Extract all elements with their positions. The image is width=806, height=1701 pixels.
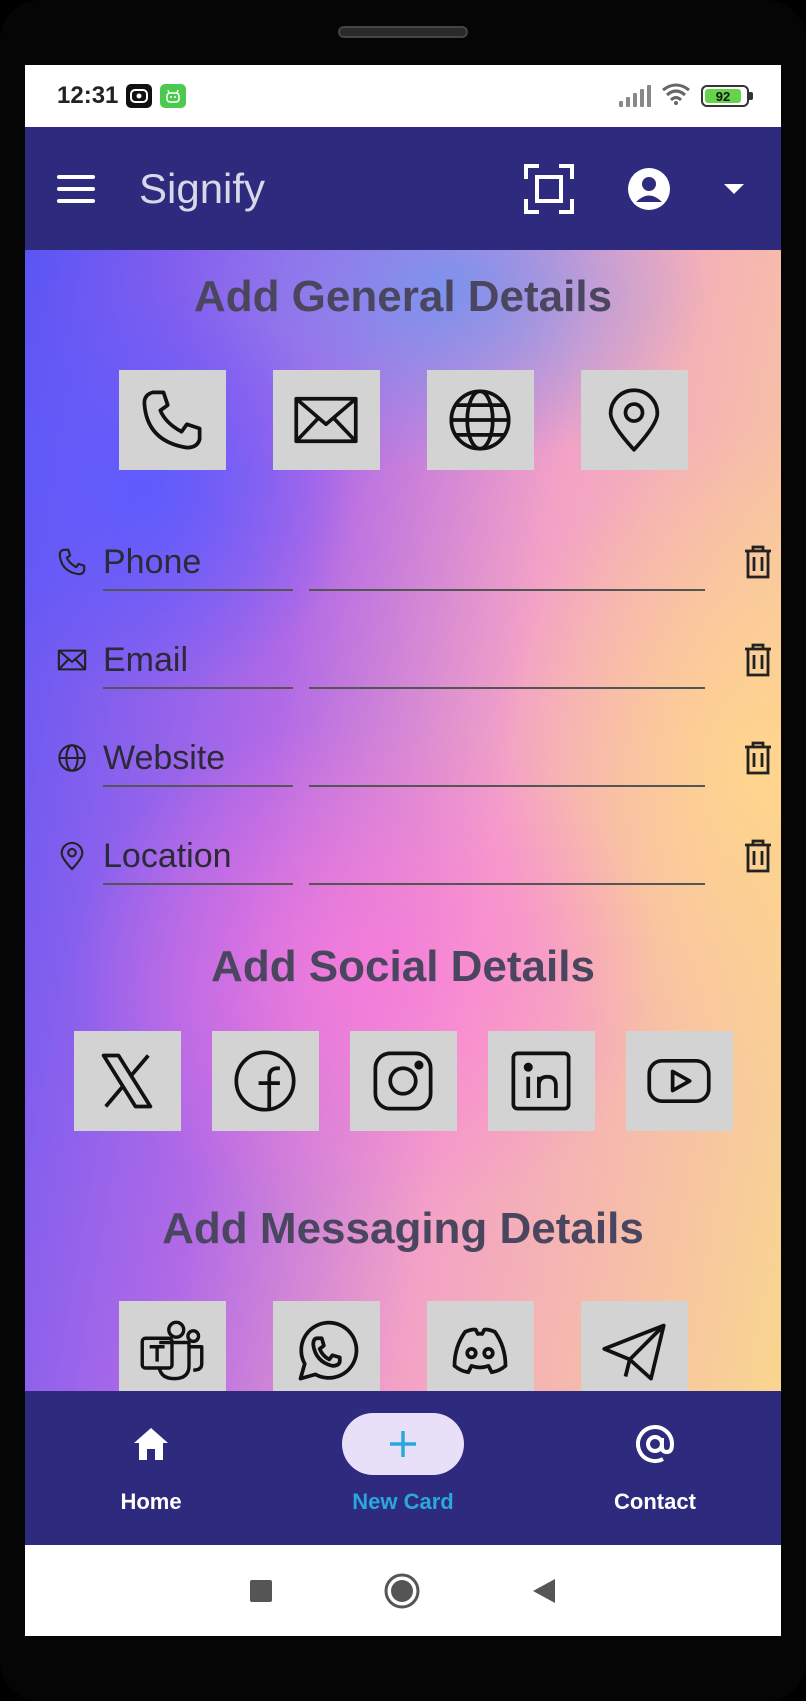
add-youtube-tile[interactable] <box>625 1031 733 1131</box>
phone-field-label[interactable]: Phone <box>103 533 293 591</box>
add-whatsapp-tile[interactable] <box>272 1301 380 1391</box>
instagram-icon <box>373 1051 433 1111</box>
nav-new-card-label: New Card <box>352 1489 454 1514</box>
add-linkedin-tile[interactable] <box>487 1031 595 1131</box>
circle-icon <box>384 1573 420 1608</box>
x-icon <box>101 1053 153 1109</box>
whatsapp-icon <box>298 1320 359 1381</box>
social-details-title: Add Social Details <box>211 942 595 991</box>
email-icon <box>57 649 87 671</box>
nav-new-card-pill <box>342 1413 464 1475</box>
teams-icon <box>140 1320 204 1381</box>
facebook-icon <box>234 1050 296 1112</box>
add-website-tile[interactable] <box>426 370 534 470</box>
website-field-label[interactable]: Website <box>103 729 293 787</box>
discord-icon <box>452 1327 508 1375</box>
delete-website-icon[interactable] <box>743 741 773 775</box>
phone-icon <box>142 390 202 450</box>
bottom-nav: Home New Card Contact <box>25 1391 781 1545</box>
phone-field-input[interactable] <box>309 533 705 591</box>
menu-icon[interactable] <box>57 174 95 203</box>
back-button[interactable] <box>531 1577 557 1605</box>
cell-signal-icon <box>619 85 651 107</box>
email-field-input[interactable] <box>309 631 705 689</box>
battery-icon: 92 <box>701 85 753 107</box>
nav-home-pill <box>90 1413 212 1475</box>
email-field-row: Email <box>57 631 771 691</box>
app-actions <box>519 159 749 219</box>
delete-location-icon[interactable] <box>743 839 773 873</box>
globe-icon <box>449 389 511 451</box>
nav-home-label: Home <box>120 1489 182 1514</box>
screen: 12:31 92 Signify Add General Details Pho… <box>25 65 781 1636</box>
telegram-icon <box>602 1323 666 1381</box>
square-icon <box>250 1579 272 1602</box>
website-field-row: Website <box>57 729 771 789</box>
nav-home[interactable]: Home <box>25 1391 277 1545</box>
delete-email-icon[interactable] <box>743 643 773 677</box>
android-notification-icon <box>160 84 187 108</box>
system-nav-bar <box>25 1545 781 1636</box>
email-icon <box>294 396 358 444</box>
nav-contact-label: Contact <box>614 1489 696 1514</box>
add-email-tile[interactable] <box>272 370 380 470</box>
location-pin-icon <box>608 388 660 452</box>
delete-phone-icon[interactable] <box>743 545 773 579</box>
location-field-input[interactable] <box>309 827 705 885</box>
add-discord-tile[interactable] <box>426 1301 534 1391</box>
add-x-tile[interactable] <box>73 1031 181 1131</box>
status-bar: 12:31 92 <box>25 65 781 127</box>
dropdown-arrow-icon[interactable] <box>719 159 749 219</box>
battery-level: 92 <box>705 89 741 104</box>
add-teams-tile[interactable] <box>118 1301 226 1391</box>
screen-record-icon <box>126 84 153 108</box>
plus-icon <box>390 1431 416 1457</box>
scan-icon[interactable] <box>519 159 579 219</box>
nav-contact[interactable]: Contact <box>529 1391 781 1545</box>
youtube-icon <box>647 1058 711 1104</box>
location-field-row: Location <box>57 827 771 887</box>
email-field-label[interactable]: Email <box>103 631 293 689</box>
app-title: Signify <box>139 164 266 212</box>
phone-icon <box>58 548 86 576</box>
add-phone-tile[interactable] <box>118 370 226 470</box>
add-instagram-tile[interactable] <box>349 1031 457 1131</box>
location-pin-icon <box>60 841 84 871</box>
recents-button[interactable] <box>249 1579 273 1603</box>
home-system-button[interactable] <box>383 1572 421 1610</box>
location-field-label[interactable]: Location <box>103 827 293 885</box>
phone-frame: 12:31 92 Signify Add General Details Pho… <box>0 0 806 1701</box>
app-bar: Signify <box>25 127 781 250</box>
add-telegram-tile[interactable] <box>580 1301 688 1391</box>
phone-field-row: Phone <box>57 533 771 593</box>
social-tiles-row <box>25 1031 781 1131</box>
home-icon <box>134 1428 168 1460</box>
globe-icon <box>58 744 86 772</box>
nav-contact-pill <box>594 1413 716 1475</box>
phone-speaker <box>338 26 468 38</box>
add-location-tile[interactable] <box>580 370 688 470</box>
status-time: 12:31 <box>57 82 119 109</box>
general-details-title: Add General Details <box>193 272 613 321</box>
general-tiles-row <box>25 370 781 470</box>
account-icon[interactable] <box>619 159 679 219</box>
nav-new-card[interactable]: New Card <box>277 1391 529 1545</box>
status-right: 92 <box>619 82 753 111</box>
wifi-icon <box>661 82 691 111</box>
at-sign-icon <box>636 1425 675 1463</box>
back-triangle-icon <box>533 1578 555 1603</box>
website-field-input[interactable] <box>309 729 705 787</box>
linkedin-icon <box>511 1051 571 1111</box>
add-facebook-tile[interactable] <box>211 1031 319 1131</box>
messaging-details-title: Add Messaging Details <box>162 1204 644 1253</box>
messaging-tiles-row <box>25 1301 781 1391</box>
content-area: Add General Details Phone Email Website … <box>25 250 781 1391</box>
